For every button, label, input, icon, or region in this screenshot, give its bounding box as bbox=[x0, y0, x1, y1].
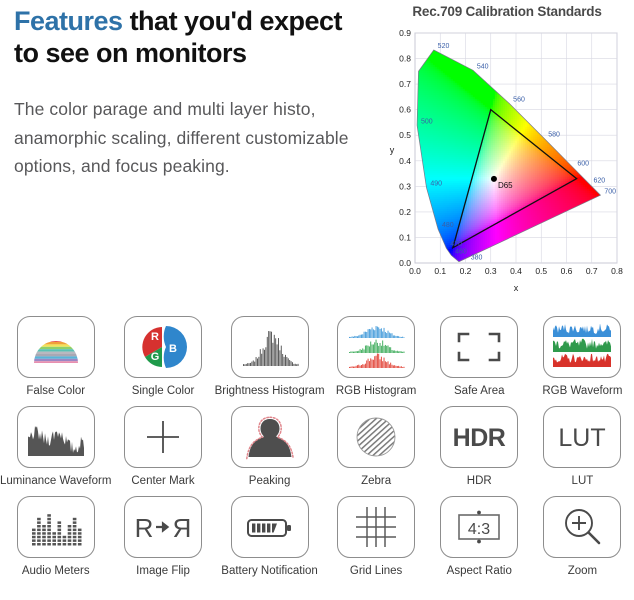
image-flip-letter-right: R bbox=[173, 513, 192, 543]
feature-label: Single Color bbox=[131, 385, 195, 397]
lut-icon: LUT bbox=[543, 406, 622, 469]
feature-item-rgb-waveform[interactable]: RGB Waveform bbox=[531, 316, 634, 398]
feature-label: Grid Lines bbox=[349, 565, 403, 578]
wavelength-label: 520 bbox=[438, 43, 450, 50]
feature-item-false-color[interactable]: False Color bbox=[0, 316, 111, 398]
feature-label: RGB Waveform bbox=[542, 385, 623, 397]
center-mark-icon bbox=[124, 406, 203, 469]
hero-text-column: Features that you'd expect to see on mon… bbox=[0, 0, 380, 312]
wavelength-label: 470 bbox=[450, 241, 462, 248]
hero-section: Features that you'd expect to see on mon… bbox=[0, 0, 634, 312]
cie-chromaticity-diagram: D65 0.0 0.1 0.2 0.3 0.4 0.5 0.6 0.7 0.8 0.0 0.1 0.… bbox=[382, 25, 626, 297]
single-color-b-label: B bbox=[169, 343, 177, 355]
feature-item-zebra[interactable]: Zebra bbox=[325, 400, 428, 488]
feature-item-grid-lines[interactable]: Grid Lines bbox=[325, 490, 428, 578]
luminance-waveform-icon bbox=[16, 406, 95, 469]
peaking-icon bbox=[230, 406, 309, 469]
page-title-highlight: Features bbox=[14, 6, 123, 36]
hdr-icon: HDR bbox=[440, 406, 519, 469]
d65-label: D65 bbox=[498, 181, 513, 190]
image-flip-letter-left: R bbox=[135, 513, 154, 543]
battery-notification-icon bbox=[230, 496, 309, 559]
hdr-text: HDR bbox=[453, 424, 506, 452]
feature-label: Battery Notification bbox=[221, 565, 318, 578]
wavelength-label: 480 bbox=[442, 222, 454, 229]
feature-item-battery-notification[interactable]: Battery Notification bbox=[215, 490, 325, 578]
chromaticity-svg: D65 0.0 0.1 0.2 0.3 0.4 0.5 0.6 0.7 0.8 0.00.10.… bbox=[390, 28, 623, 293]
feature-item-hdr[interactable]: HDR HDR bbox=[428, 400, 531, 488]
feature-item-audio-meters[interactable]: Audio Meters bbox=[0, 490, 111, 578]
feature-label: Aspect Ratio bbox=[446, 565, 512, 578]
safe-area-icon bbox=[440, 316, 519, 378]
aspect-ratio-text: 4:3 bbox=[468, 521, 490, 538]
feature-item-single-color[interactable]: R G B Single Color bbox=[111, 316, 214, 398]
feature-item-luminance-waveform[interactable]: Luminance Waveform bbox=[0, 400, 111, 488]
single-color-r-label: R bbox=[151, 331, 159, 343]
wavelength-label: 700 bbox=[604, 188, 616, 195]
hero-description: The color parage and multi layer histo, … bbox=[14, 99, 349, 176]
feature-label: Safe Area bbox=[454, 385, 505, 397]
rgb-waveform-icon bbox=[543, 316, 622, 378]
lut-text: LUT bbox=[559, 424, 606, 452]
feature-item-rgb-histogram[interactable]: RGB Histogram bbox=[325, 316, 428, 398]
feature-item-image-flip[interactable]: R R Image Flip bbox=[111, 490, 214, 578]
wavelength-label: 620 bbox=[593, 177, 605, 184]
aspect-ratio-icon: 4:3 bbox=[440, 496, 519, 559]
rgb-histogram-icon bbox=[337, 316, 416, 378]
image-flip-icon: R R bbox=[124, 496, 203, 559]
audio-meters-icon bbox=[16, 496, 95, 559]
feature-item-aspect-ratio[interactable]: 4:3 Aspect Ratio bbox=[428, 490, 531, 578]
feature-label: Center Mark bbox=[131, 475, 195, 488]
feature-label: Image Flip bbox=[136, 565, 190, 578]
feature-label: Audio Meters bbox=[21, 565, 90, 578]
grid-lines-icon bbox=[337, 496, 416, 559]
feature-item-peaking[interactable]: Peaking bbox=[215, 400, 325, 488]
wavelength-label: 540 bbox=[477, 63, 489, 70]
wavelength-label: 500 bbox=[421, 119, 433, 126]
wavelength-label: 460 bbox=[455, 248, 467, 255]
wavelength-label: 580 bbox=[548, 132, 560, 139]
feature-label: False Color bbox=[26, 385, 86, 397]
zoom-icon bbox=[543, 496, 622, 559]
brightness-histogram-icon bbox=[230, 316, 309, 378]
feature-label: Luminance Waveform bbox=[0, 475, 112, 488]
wavelength-label: 560 bbox=[513, 97, 525, 104]
chart-column: Rec.709 Calibration Standards D65 0.0 0.… bbox=[380, 0, 634, 312]
feature-label: RGB Histogram bbox=[335, 385, 417, 397]
feature-label: Zoom bbox=[567, 565, 598, 578]
feature-item-safe-area[interactable]: Safe Area bbox=[428, 316, 531, 398]
wavelength-label: 380 bbox=[471, 255, 483, 262]
y-axis-label: y bbox=[390, 145, 395, 155]
feature-item-brightness-histogram[interactable]: Brightness Histogram bbox=[215, 316, 325, 398]
feature-icon-grid: False Color R G B Single Color Brightnes… bbox=[0, 316, 634, 579]
feature-label: LUT bbox=[571, 475, 594, 488]
y-axis-ticks: 0.00.10.20.30.40.50.60.70.80.9 bbox=[399, 28, 411, 268]
feature-item-lut[interactable]: LUT LUT bbox=[531, 400, 634, 488]
feature-item-zoom[interactable]: Zoom bbox=[531, 490, 634, 578]
feature-label: Brightness Histogram bbox=[214, 385, 325, 397]
single-color-icon: R G B bbox=[124, 316, 203, 378]
wavelength-label: 600 bbox=[577, 161, 589, 168]
feature-item-center-mark[interactable]: Center Mark bbox=[111, 400, 214, 488]
chart-title: Rec.709 Calibration Standards bbox=[412, 4, 602, 19]
feature-label: HDR bbox=[466, 475, 492, 488]
single-color-g-label: G bbox=[151, 351, 160, 363]
arrow-right-icon bbox=[156, 521, 170, 534]
wavelength-label: 490 bbox=[430, 181, 442, 188]
page-title: Features that you'd expect to see on mon… bbox=[14, 6, 366, 69]
x-axis-ticks: 0.0 0.1 0.2 0.3 0.4 0.5 0.6 0.7 0.8 bbox=[409, 266, 623, 276]
false-color-icon bbox=[16, 316, 95, 378]
x-axis-label: x bbox=[514, 283, 519, 293]
feature-label: Zebra bbox=[361, 475, 392, 488]
feature-label: Peaking bbox=[248, 475, 291, 488]
zebra-icon bbox=[337, 406, 416, 469]
